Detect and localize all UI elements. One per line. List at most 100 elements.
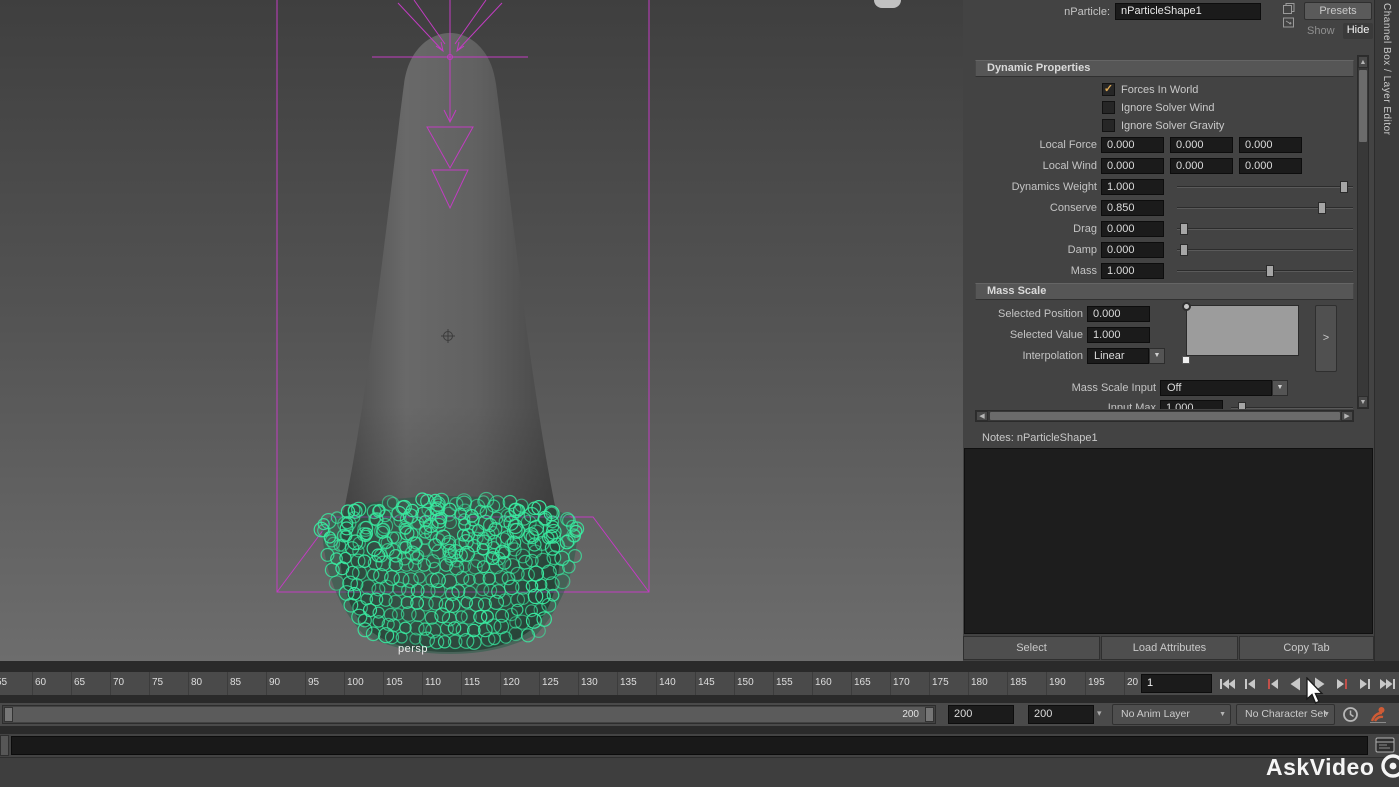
panel-tab-strip: Channel Box / Layer Editor bbox=[1374, 0, 1399, 661]
scroll-up-icon[interactable]: ▲ bbox=[1358, 56, 1368, 68]
timeline-tick bbox=[656, 672, 657, 695]
slider-track bbox=[1177, 228, 1353, 230]
slider-handle[interactable] bbox=[1238, 402, 1246, 409]
go-to-start-button[interactable] bbox=[1215, 673, 1238, 694]
input-max-field[interactable]: 1.000 bbox=[1160, 400, 1223, 409]
timeline-tick bbox=[110, 672, 111, 695]
local-wind-y-field[interactable]: 0.000 bbox=[1170, 158, 1233, 174]
selected-value-label: Selected Value bbox=[963, 327, 1083, 343]
input-max-slider[interactable] bbox=[1231, 402, 1354, 409]
slider-handle[interactable] bbox=[1318, 202, 1326, 214]
slider-handle[interactable] bbox=[1180, 223, 1188, 235]
go-to-end-button[interactable] bbox=[1376, 673, 1399, 694]
timeline-tick-label: 120 bbox=[503, 677, 520, 688]
interpolation-dropdown-arrow-icon[interactable]: ▼ bbox=[1149, 348, 1165, 364]
ramp-key-handle[interactable] bbox=[1182, 302, 1191, 311]
damp-field[interactable]: 0.000 bbox=[1101, 242, 1164, 258]
step-back-key-button[interactable] bbox=[1261, 673, 1284, 694]
timeline-tick bbox=[578, 672, 579, 695]
auto-keyframe-icon[interactable] bbox=[1341, 705, 1360, 727]
viewport-scene bbox=[0, 0, 963, 661]
drag-field[interactable]: 0.000 bbox=[1101, 221, 1164, 237]
animation-end-field[interactable]: 200 bbox=[1028, 705, 1094, 724]
local-force-z-field[interactable]: 0.000 bbox=[1239, 137, 1302, 153]
select-button[interactable]: Select bbox=[963, 636, 1100, 660]
slider-track bbox=[1177, 270, 1353, 272]
selected-position-field[interactable]: 0.000 bbox=[1087, 306, 1150, 322]
tear-off-copy-icon[interactable] bbox=[1281, 16, 1296, 32]
local-force-y-field[interactable]: 0.000 bbox=[1170, 137, 1233, 153]
timeline-tick bbox=[461, 672, 462, 695]
mass-scale-input-arrow-icon[interactable]: ▼ bbox=[1272, 380, 1288, 396]
conserve-slider[interactable] bbox=[1177, 202, 1354, 214]
ramp-selected-key[interactable] bbox=[1182, 356, 1190, 364]
scroll-left-icon[interactable]: ◀ bbox=[976, 411, 988, 421]
character-set-dropdown[interactable]: No Character Set ▼ bbox=[1236, 704, 1335, 725]
selected-position-label: Selected Position bbox=[963, 306, 1083, 322]
local-wind-z-field[interactable]: 0.000 bbox=[1239, 158, 1302, 174]
slider-handle[interactable] bbox=[1180, 244, 1188, 256]
hscroll-thumb[interactable] bbox=[990, 412, 1340, 420]
range-slider-active[interactable] bbox=[13, 707, 925, 722]
anim-layer-dropdown[interactable]: No Anim Layer ▼ bbox=[1112, 704, 1231, 725]
channel-box-layer-editor-tab[interactable]: Channel Box / Layer Editor bbox=[1381, 3, 1392, 136]
range-start-handle[interactable] bbox=[4, 707, 13, 722]
mass-slider[interactable] bbox=[1177, 265, 1354, 277]
ae-horizontal-scrollbar[interactable]: ◀ ▶ bbox=[975, 410, 1354, 422]
show-toggle[interactable]: Show bbox=[1307, 25, 1335, 37]
section-header-mass-scale[interactable]: Mass Scale bbox=[975, 283, 1354, 300]
command-line-input[interactable] bbox=[11, 736, 1368, 755]
playback-end-field[interactable]: 200 bbox=[948, 705, 1014, 724]
ignore-solver-gravity-checkbox[interactable] bbox=[1102, 119, 1115, 132]
forces-in-world-checkbox[interactable]: ✓ bbox=[1102, 83, 1115, 96]
damp-slider[interactable] bbox=[1177, 244, 1354, 256]
timeline-tick-label: 185 bbox=[1010, 677, 1027, 688]
load-attributes-button[interactable]: Load Attributes bbox=[1101, 636, 1238, 660]
vscroll-thumb[interactable] bbox=[1359, 70, 1367, 142]
command-line-mode-tab[interactable] bbox=[0, 735, 9, 756]
ramp-expand-button[interactable]: > bbox=[1315, 305, 1337, 372]
ae-vertical-scrollbar[interactable]: ▲ ▼ bbox=[1357, 55, 1369, 409]
slider-track bbox=[1177, 186, 1353, 188]
step-forward-frame-button[interactable] bbox=[1353, 673, 1376, 694]
conserve-field[interactable]: 0.850 bbox=[1101, 200, 1164, 216]
dynamics-weight-field[interactable]: 1.000 bbox=[1101, 179, 1164, 195]
playback-options-icon[interactable]: ▾ bbox=[1097, 708, 1102, 719]
range-slider[interactable]: 200 bbox=[2, 705, 936, 724]
mass-field[interactable]: 1.000 bbox=[1101, 263, 1164, 279]
scroll-down-icon[interactable]: ▼ bbox=[1358, 396, 1368, 408]
mass-scale-ramp[interactable] bbox=[1186, 305, 1299, 356]
play-backwards-button[interactable] bbox=[1284, 673, 1307, 694]
step-back-frame-button[interactable] bbox=[1238, 673, 1261, 694]
drag-slider[interactable] bbox=[1177, 223, 1354, 235]
animation-preferences-icon[interactable] bbox=[1367, 704, 1389, 728]
timeline-tick-label: 100 bbox=[347, 677, 364, 688]
local-wind-label: Local Wind bbox=[963, 158, 1097, 174]
notes-textarea[interactable] bbox=[964, 448, 1373, 634]
slider-track bbox=[1177, 249, 1353, 251]
ignore-solver-wind-checkbox[interactable] bbox=[1102, 101, 1115, 114]
local-force-x-field[interactable]: 0.000 bbox=[1101, 137, 1164, 153]
section-header-dynamic-properties[interactable]: Dynamic Properties bbox=[975, 60, 1354, 77]
timeline-ruler[interactable]: 5560657075808590951001051101151201251301… bbox=[0, 672, 1138, 695]
slider-handle[interactable] bbox=[1340, 181, 1348, 193]
mass-scale-input-dropdown[interactable]: Off bbox=[1160, 380, 1272, 396]
nparticle-name-field[interactable]: nParticleShape1 bbox=[1115, 3, 1261, 20]
copy-tab-button[interactable]: Copy Tab bbox=[1239, 636, 1374, 660]
local-force-label: Local Force bbox=[963, 137, 1097, 153]
selected-value-field[interactable]: 1.000 bbox=[1087, 327, 1150, 343]
hide-toggle[interactable]: Hide bbox=[1343, 23, 1373, 39]
interpolation-dropdown[interactable]: Linear bbox=[1087, 348, 1149, 364]
current-frame-field[interactable]: 1 bbox=[1141, 674, 1212, 693]
timeline-tick-label: 190 bbox=[1049, 677, 1066, 688]
timeline-tick-label: 140 bbox=[659, 677, 676, 688]
presets-button[interactable]: Presets bbox=[1304, 2, 1372, 20]
dynamics-weight-slider[interactable] bbox=[1177, 181, 1354, 193]
slider-handle[interactable] bbox=[1266, 265, 1274, 277]
slider-track bbox=[1231, 407, 1353, 409]
viewport-3d[interactable]: persp bbox=[0, 0, 963, 661]
local-wind-x-field[interactable]: 0.000 bbox=[1101, 158, 1164, 174]
scroll-right-icon[interactable]: ▶ bbox=[1341, 411, 1353, 421]
range-end-handle[interactable] bbox=[925, 707, 934, 722]
step-forward-key-button[interactable] bbox=[1330, 673, 1353, 694]
